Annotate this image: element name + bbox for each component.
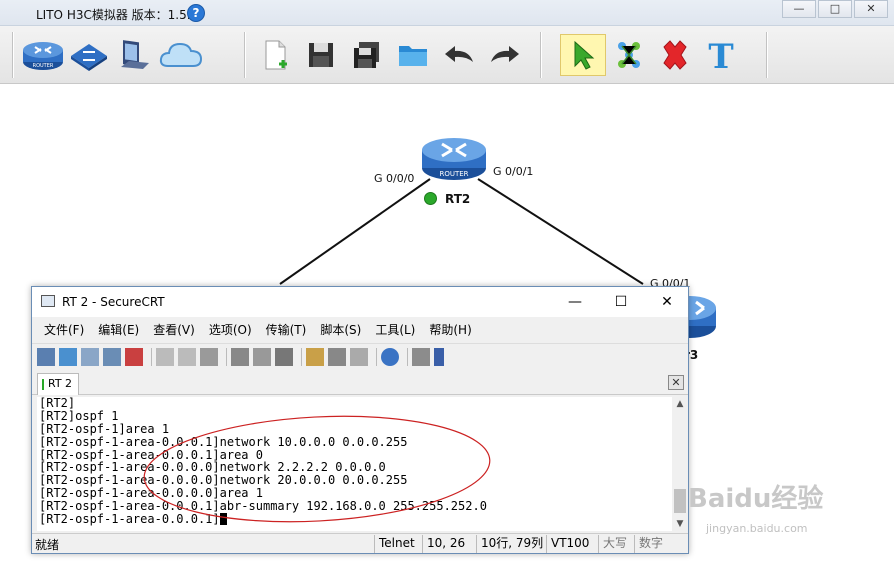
app-titlebar: LITO H3C模拟器 版本：1.5.2 ? — □ ✕ (0, 0, 894, 26)
cloud-icon[interactable] (158, 34, 204, 76)
link-rt2-rt3 (477, 178, 644, 285)
new-file-icon[interactable] (252, 34, 298, 76)
pc-icon[interactable] (112, 34, 158, 76)
switch-icon[interactable] (66, 34, 112, 76)
main-toolbar: ROUTER T (0, 26, 894, 84)
scroll-down-arrow[interactable]: ▼ (672, 517, 688, 531)
status-cursor-position: 10, 26 (422, 535, 469, 553)
svg-text:ROUTER: ROUTER (439, 170, 468, 178)
toolbar-separator (766, 32, 768, 78)
redo-icon[interactable] (482, 34, 528, 76)
svg-text:ROUTER: ROUTER (33, 63, 54, 69)
scrollbar-thumb[interactable] (674, 489, 686, 513)
status-ready-text: 就绪 (35, 538, 60, 552)
router-rt2[interactable]: ROUTER (420, 132, 488, 188)
save-as-icon[interactable] (344, 34, 390, 76)
status-caps-lock: 大写 (598, 535, 631, 553)
maximize-button[interactable]: □ (818, 0, 852, 18)
annotation-ellipse (143, 415, 491, 523)
status-indicator (424, 192, 437, 205)
select-pointer-icon[interactable] (560, 34, 606, 76)
router-icon: ROUTER (422, 138, 486, 180)
scroll-up-arrow[interactable]: ▲ (672, 397, 688, 411)
app-window-controls: — □ ✕ (780, 0, 888, 18)
device-tool-group: ROUTER (20, 32, 204, 78)
watermark-brand: Baidu经验 (688, 484, 824, 514)
interface-label: G 0/0/0 (374, 172, 415, 185)
undo-icon[interactable] (436, 34, 482, 76)
help-icon[interactable]: ? (187, 4, 205, 22)
delete-icon[interactable] (652, 34, 698, 76)
router-rt2-label: RT2 (445, 192, 471, 206)
close-button[interactable]: ✕ (854, 0, 888, 18)
toolbar-separator (540, 32, 542, 78)
terminal-scrollbar[interactable]: ▲ ▼ (672, 397, 688, 531)
status-protocol: Telnet (374, 535, 419, 553)
link-rt2-left (279, 178, 431, 285)
toolbar-separator (12, 32, 14, 78)
securecrt-window[interactable]: RT 2 - SecureCRT — ☐ ✕ 文件(F) 编辑(E) 查看(V)… (31, 286, 689, 554)
securecrt-statusbar: 就绪 Telnet 10, 26 10行, 79列 VT100 大写 数字 (32, 533, 688, 553)
watermark-url: jingyan.baidu.com (706, 522, 808, 535)
save-icon[interactable] (298, 34, 344, 76)
edit-tool-group: T (560, 32, 744, 78)
app-title: LITO H3C模拟器 版本：1.5.2 (36, 8, 199, 22)
svg-text:T: T (708, 38, 733, 72)
file-tool-group (252, 32, 528, 78)
status-rows-cols: 10行, 79列 (476, 535, 547, 553)
status-terminal-type: VT100 (546, 535, 593, 553)
text-icon[interactable]: T (698, 34, 744, 76)
connect-icon[interactable] (606, 34, 652, 76)
minimize-button[interactable]: — (782, 0, 816, 18)
open-folder-icon[interactable] (390, 34, 436, 76)
interface-label: G 0/0/1 (493, 165, 534, 178)
router-icon[interactable]: ROUTER (20, 34, 66, 76)
toolbar-separator (244, 32, 246, 78)
status-num-lock: 数字 (634, 535, 667, 553)
